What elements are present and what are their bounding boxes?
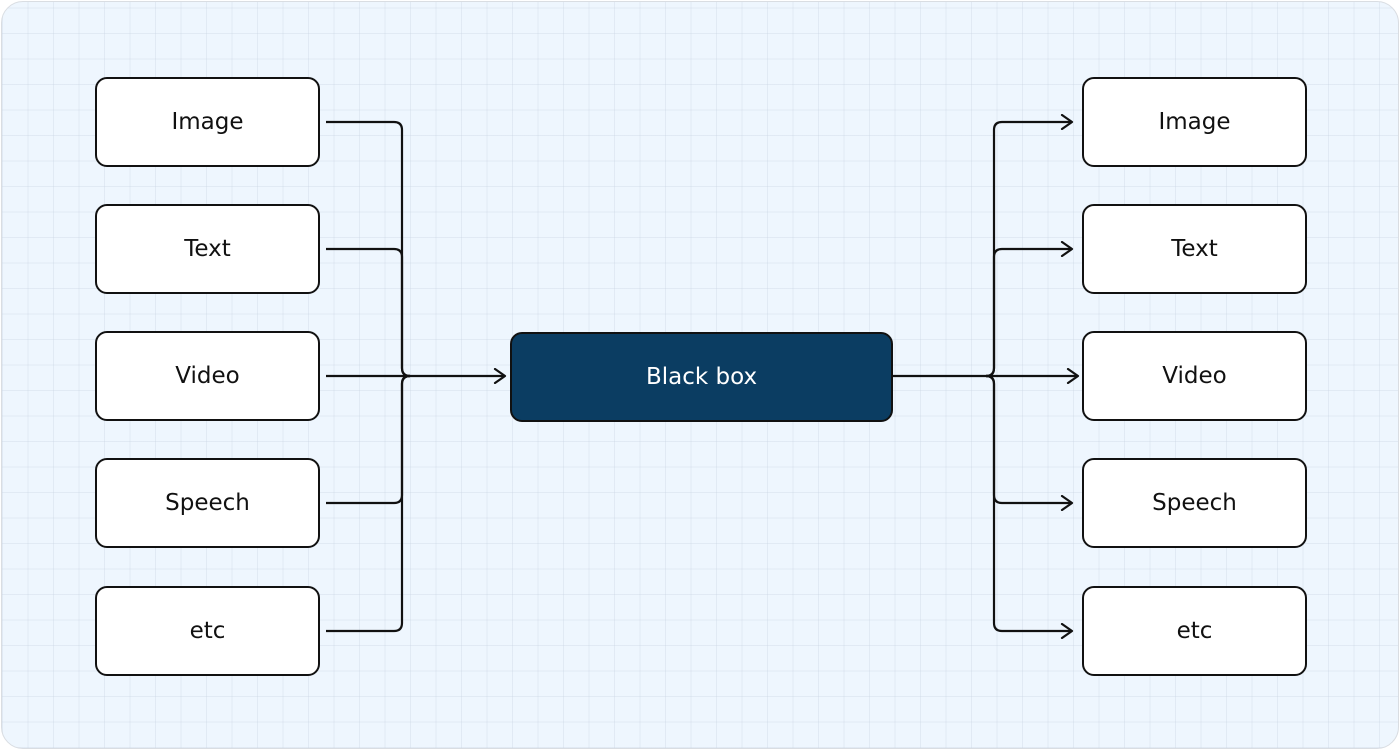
input-node-text: Text (95, 204, 320, 294)
input-node-label: Image (171, 109, 244, 135)
input-node-label: Speech (165, 490, 250, 516)
input-node-speech: Speech (95, 458, 320, 548)
output-node-etc: etc (1082, 586, 1307, 676)
black-box-node: Black box (510, 332, 893, 422)
diagram-canvas: Black box Image Text Video Speech etc Image Te… (1, 1, 1399, 749)
output-node-label: Image (1158, 109, 1231, 135)
input-node-image: Image (95, 77, 320, 167)
output-connector-arrow (985, 249, 1072, 378)
output-connector-arrow (985, 374, 1072, 503)
input-node-etc: etc (95, 586, 320, 676)
output-node-text: Text (1082, 204, 1307, 294)
input-node-label: etc (189, 618, 226, 644)
input-connector (326, 374, 411, 505)
output-node-speech: Speech (1082, 458, 1307, 548)
input-node-label: Video (175, 363, 240, 389)
output-node-label: etc (1176, 618, 1213, 644)
input-node-label: Text (184, 236, 231, 262)
output-node-label: Video (1162, 363, 1227, 389)
input-connector (326, 247, 411, 378)
input-node-video: Video (95, 331, 320, 421)
black-box-label: Black box (645, 364, 758, 390)
output-node-video: Video (1082, 331, 1307, 421)
output-node-label: Speech (1152, 490, 1237, 516)
output-node-image: Image (1082, 77, 1307, 167)
output-node-label: Text (1171, 236, 1218, 262)
